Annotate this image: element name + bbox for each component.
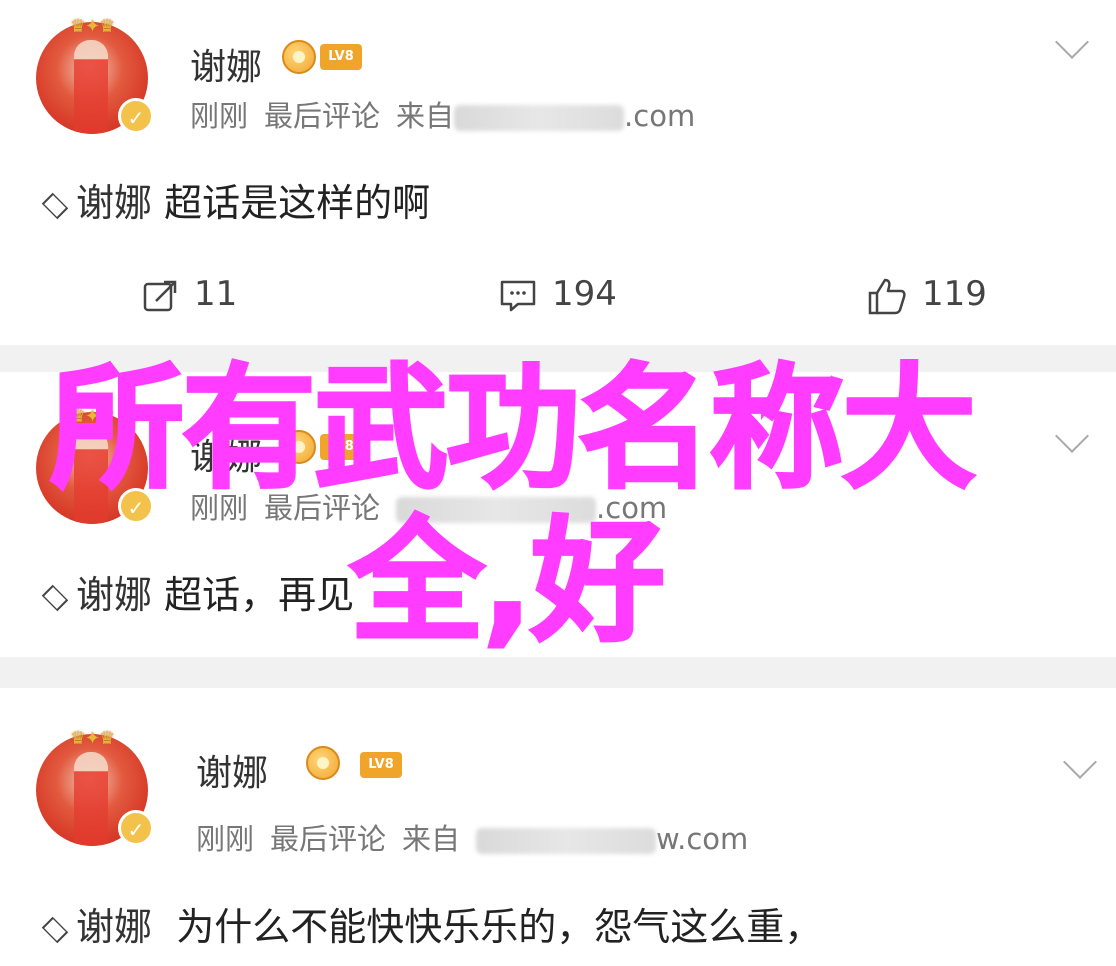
like-count: 119 <box>922 274 987 314</box>
post-meta: 刚刚 最后评论 来自 w.com <box>196 816 748 858</box>
verified-icon: ✓ <box>118 810 154 846</box>
post-text: 为什么不能快快乐乐的，怨气这么重， <box>176 905 823 949</box>
screenshot: ♛✦♛ ✓ 谢娜 LV8 刚刚 最后评论 来自 .com 谢娜 超话是这样的啊 11 … <box>0 0 1116 966</box>
like-button[interactable]: 119 <box>866 268 987 320</box>
chevron-down-icon[interactable] <box>1055 419 1089 453</box>
source-suffix: .com <box>624 99 696 133</box>
repost-button[interactable]: 11 <box>142 268 237 320</box>
source-prefix: 来自 <box>396 99 455 133</box>
avatar[interactable]: ♛✦♛ ✓ <box>36 16 154 134</box>
supertopic-tag[interactable]: 谢娜 <box>76 573 152 617</box>
post-meta: 刚刚 最后评论 来自 .com <box>190 93 695 135</box>
crown-icon: ♛✦♛ <box>69 728 115 749</box>
source-prefix: 来自 <box>402 822 461 856</box>
supertopic-icon <box>41 192 69 219</box>
supertopic-icon <box>41 584 69 611</box>
repost-count: 11 <box>194 274 238 314</box>
comment-icon <box>500 280 536 311</box>
source-suffix: w.com <box>656 822 749 856</box>
overlay-title-line-1: 所有武功名称大 <box>48 351 977 507</box>
blurred-source <box>476 828 657 854</box>
action-bar: 11 194 119 <box>0 268 1116 320</box>
post-time: 刚刚 <box>196 822 255 856</box>
supertopic-icon <box>41 916 69 943</box>
supertopic-tag[interactable]: 谢娜 <box>76 905 152 949</box>
post-card: ♛✦♛ ✓ 谢娜 LV8 刚刚 最后评论 来自 w.com 谢娜 为什么不能快快乐乐的… <box>0 688 1116 966</box>
post-content: 谢娜 超话，再见 <box>38 564 354 619</box>
repost-icon <box>143 280 177 311</box>
supertopic-tag[interactable]: 谢娜 <box>76 181 152 225</box>
chevron-down-icon[interactable] <box>1055 25 1089 59</box>
post-content: 谢娜 为什么不能快快乐乐的，怨气这么重， <box>38 896 822 951</box>
avatar[interactable]: ♛✦♛ ✓ <box>36 728 154 846</box>
post-card: ♛✦♛ ✓ 谢娜 LV8 刚刚 最后评论 来自 .com 谢娜 超话是这样的啊 11 … <box>0 0 1116 345</box>
post-action: 最后评论 <box>270 822 387 856</box>
post-time: 刚刚 <box>190 99 249 133</box>
blurred-source <box>454 105 625 131</box>
username[interactable]: 谢娜 <box>190 38 262 90</box>
chevron-down-icon[interactable] <box>1063 745 1097 779</box>
post-divider <box>0 657 1116 688</box>
medal-icon <box>282 40 316 74</box>
crown-icon: ♛✦♛ <box>69 16 115 37</box>
post-content: 谢娜 超话是这样的啊 <box>38 172 430 227</box>
overlay-title-line-2: 全,好 <box>349 504 667 660</box>
level-badge: LV8 <box>320 44 362 70</box>
comment-count: 194 <box>552 274 617 314</box>
level-badge: LV8 <box>360 752 402 778</box>
post-text: 超话是这样的啊 <box>164 181 431 225</box>
post-action: 最后评论 <box>264 99 381 133</box>
username[interactable]: 谢娜 <box>196 744 268 796</box>
verified-icon: ✓ <box>118 98 154 134</box>
comment-button[interactable]: 194 <box>498 268 617 320</box>
post-text: 超话，再见 <box>164 573 355 617</box>
like-icon <box>868 278 906 314</box>
medal-icon <box>306 746 340 780</box>
